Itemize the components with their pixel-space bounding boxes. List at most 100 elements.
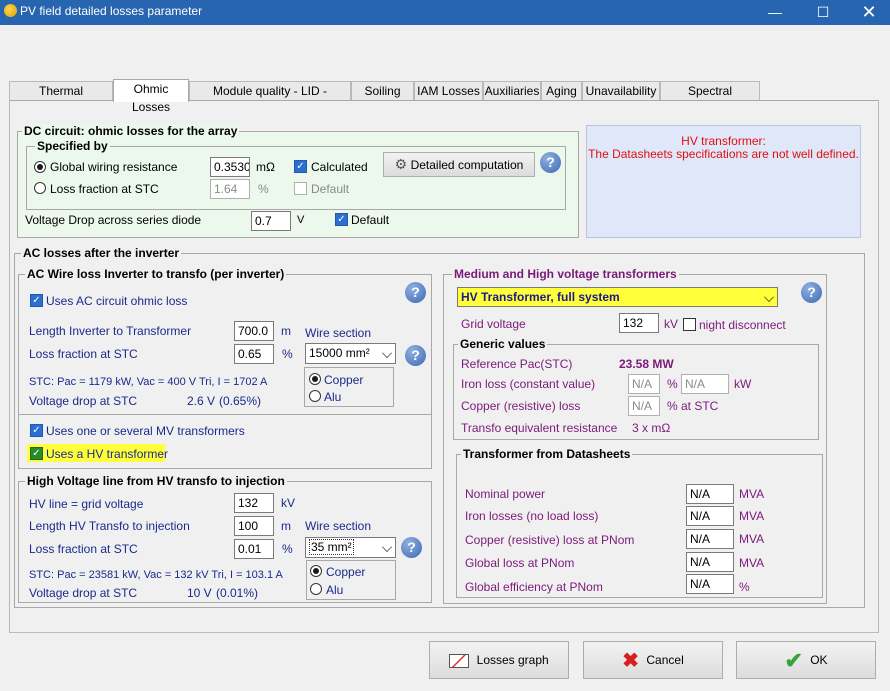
app-icon	[4, 4, 17, 17]
hv-grid-input[interactable]: 132	[234, 493, 274, 513]
hv-loss-label: Loss fraction at STC	[29, 542, 138, 556]
ac-wire-help-icon[interactable]: ?	[405, 282, 426, 303]
tab-iam-losses[interactable]: IAM Losses	[414, 81, 483, 101]
hv-alu-radio[interactable]	[310, 583, 322, 595]
ds-label-iron-losses: Iron losses (no load loss)	[465, 509, 599, 523]
night-disconnect-checkbox[interactable]	[683, 318, 696, 331]
default-checkbox[interactable]	[294, 182, 307, 195]
iron-loss-kw-input[interactable]: N/A	[681, 374, 729, 394]
ds-input-global-efficiency[interactable]: N/A	[686, 574, 734, 594]
hv-loss-unit: %	[282, 542, 293, 556]
ac-loss-input[interactable]: 0.65	[234, 344, 274, 364]
cancel-button[interactable]: ✖ Cancel	[583, 641, 723, 679]
transformer-type-select[interactable]: HV Transformer, full system	[457, 287, 778, 307]
uses-mv-checkbox[interactable]: ✓	[30, 424, 43, 437]
ac-wire-section-value: 15000 mm²	[309, 346, 370, 360]
title-bar: PV field detailed losses parameter — ☐ ✕	[0, 0, 890, 25]
loss-fraction-radio[interactable]	[34, 182, 46, 194]
copper-loss-label: Copper (resistive) loss	[461, 399, 581, 413]
uses-hv-checkbox[interactable]: ✓	[30, 447, 43, 460]
length-inv-label: Length Inverter to Transformer	[29, 324, 192, 338]
iron-loss-label: Iron loss (constant value)	[461, 377, 596, 391]
copper-loss-input[interactable]: N/A	[628, 396, 660, 416]
tab-aging[interactable]: Aging	[541, 81, 582, 101]
global-wiring-radio[interactable]	[34, 161, 46, 173]
window-title: PV field detailed losses parameter	[20, 4, 203, 18]
check-icon: ✔	[784, 647, 803, 673]
night-disconnect-label: night disconnect	[699, 318, 786, 332]
losses-graph-label: Losses graph	[476, 653, 549, 667]
copper-loss-unit: % at STC	[667, 399, 719, 413]
ds-label-copper-loss: Copper (resistive) loss at PNom	[465, 533, 635, 547]
global-wiring-unit: mΩ	[256, 160, 275, 174]
hv-length-input[interactable]: 100	[234, 516, 274, 536]
chevron-down-icon	[382, 542, 392, 552]
ds-input-global-loss[interactable]: N/A	[686, 552, 734, 572]
ok-button[interactable]: ✔ OK	[736, 641, 876, 679]
tab-module-quality[interactable]: Module quality - LID - Mismatch	[189, 81, 351, 116]
ds-input-iron-losses[interactable]: N/A	[686, 506, 734, 526]
ac-section-help-icon[interactable]: ?	[405, 345, 426, 366]
ds-input-copper-loss[interactable]: N/A	[686, 529, 734, 549]
ac-loss-label: Loss fraction at STC	[29, 347, 138, 361]
close-icon[interactable]: ✕	[846, 0, 890, 25]
hv-grid-label: HV line = grid voltage	[29, 497, 144, 511]
length-inv-input[interactable]: 700.0	[234, 321, 274, 341]
tab-ohmic-losses[interactable]: Ohmic Losses	[113, 79, 189, 114]
calculated-checkbox[interactable]: ✓	[294, 160, 307, 173]
dc-help-icon[interactable]: ?	[540, 152, 561, 173]
maximize-icon[interactable]: ☐	[800, 0, 846, 25]
ds-label-global-efficiency: Global efficiency at PNom	[465, 580, 603, 594]
equiv-res-value: 3 x mΩ	[632, 421, 671, 435]
ref-pac-label: Reference Pac(STC)	[461, 357, 573, 371]
hv-stc-line: STC: Pac = 23581 kW, Vac = 132 kV Tri, I…	[29, 569, 283, 581]
hv-copper-radio[interactable]	[310, 565, 322, 577]
hv-wire-section-select[interactable]: 35 mm²	[305, 537, 396, 558]
iron-loss-pct-input[interactable]: N/A	[628, 374, 660, 394]
grid-voltage-unit: kV	[664, 317, 679, 331]
hv-alu-label: Alu	[326, 583, 344, 597]
mv-help-icon[interactable]: ?	[801, 282, 822, 303]
grid-voltage-label: Grid voltage	[461, 317, 526, 331]
loss-fraction-label: Loss fraction at STC	[50, 182, 159, 196]
ac-loss-unit: %	[282, 347, 293, 361]
ds-unit-global-efficiency: %	[739, 580, 750, 594]
tab-unavailability[interactable]: Unavailability	[582, 81, 660, 101]
global-wiring-input[interactable]: 0.3530	[210, 157, 250, 177]
detailed-computation-button[interactable]: ⚙ Detailed computation	[383, 152, 535, 177]
default-label: Default	[311, 182, 350, 196]
ac-alu-radio[interactable]	[309, 390, 321, 402]
ac-vdrop-value: 2.6 V	[187, 394, 216, 408]
tab-soiling-loss[interactable]: Soiling Loss	[351, 81, 414, 116]
hv-loss-input[interactable]: 0.01	[234, 539, 274, 559]
tab-auxiliaries[interactable]: Auxiliaries	[483, 81, 541, 101]
losses-graph-button[interactable]: Losses graph	[429, 641, 569, 679]
minimize-icon[interactable]: —	[752, 0, 798, 25]
hv-section-help-icon[interactable]: ?	[401, 537, 422, 558]
vdrop-default-label: Default	[351, 213, 390, 227]
ac-copper-radio[interactable]	[309, 373, 321, 385]
hv-vdrop-pct: (0.01%)	[216, 586, 259, 600]
ac-wire-section-label: Wire section	[305, 326, 372, 340]
tab-thermal-parameter[interactable]: Thermal parameter	[9, 81, 113, 116]
ds-unit-global-loss: MVA	[739, 556, 765, 570]
vdrop-diode-input[interactable]: 0.7	[251, 211, 291, 231]
uses-ac-checkbox[interactable]: ✓	[30, 294, 43, 307]
loss-fraction-input[interactable]: 1.64	[210, 179, 250, 199]
ac-stc-line: STC: Pac = 1179 kW, Vac = 400 V Tri, I =…	[29, 376, 268, 388]
ds-input-nominal-power[interactable]: N/A	[686, 484, 734, 504]
hv-vdrop-value: 10 V	[187, 586, 212, 600]
tab-spectral-correction[interactable]: Spectral correction	[660, 81, 760, 116]
ac-copper-label: Copper	[324, 373, 364, 387]
vdrop-default-checkbox[interactable]: ✓	[335, 213, 348, 226]
dc-circuit-title: DC circuit: ohmic losses for the array	[22, 124, 240, 138]
ok-label: OK	[810, 653, 828, 667]
chevron-down-icon	[382, 348, 392, 358]
grid-voltage-input[interactable]: 132	[619, 313, 659, 333]
ds-unit-copper-loss: MVA	[739, 532, 765, 546]
hv-length-unit: m	[281, 519, 291, 533]
ds-label-nominal-power: Nominal power	[465, 487, 546, 501]
hv-vdrop-label: Voltage drop at STC	[29, 586, 138, 600]
ac-wire-section-select[interactable]: 15000 mm²	[305, 343, 396, 364]
global-wiring-label: Global wiring resistance	[50, 160, 178, 174]
